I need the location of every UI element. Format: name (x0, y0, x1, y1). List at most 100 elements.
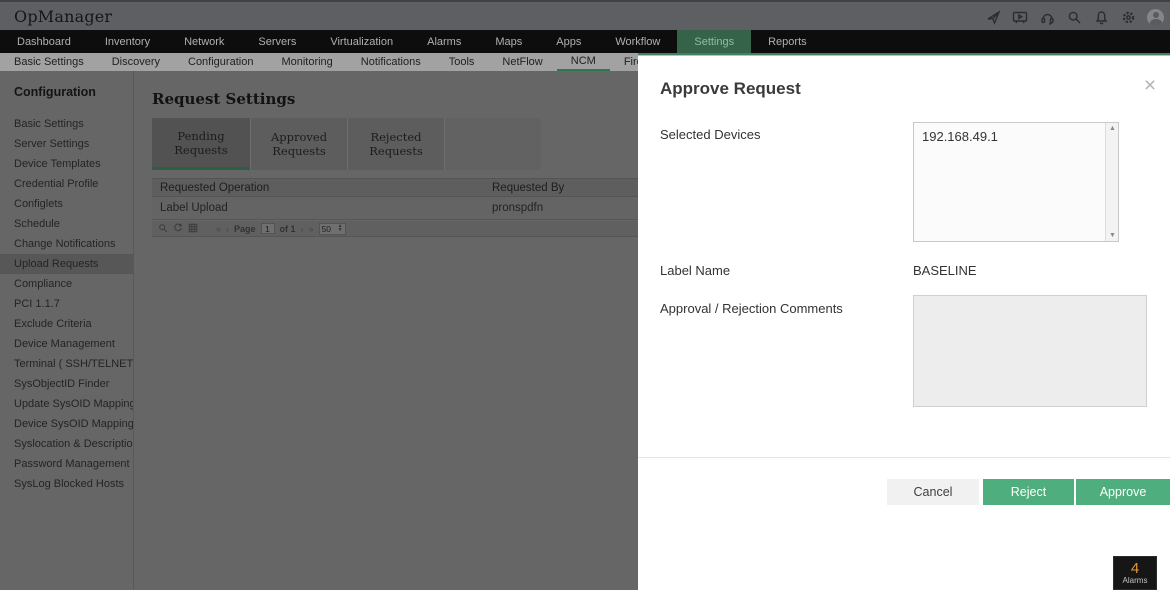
cell-requested-by: pronspdfn (492, 202, 544, 214)
current-page-input[interactable]: 1 (260, 223, 275, 234)
sidebar-item-pci[interactable]: PCI 1.1.7 (0, 294, 133, 314)
opmanager-logo: OpManager (14, 6, 113, 26)
page-title: Request Settings (152, 90, 296, 108)
nav-tab-workflow[interactable]: Workflow (598, 30, 677, 53)
sidebar-item-configlets[interactable]: Configlets (0, 194, 133, 214)
sidebar-item-credential-profile[interactable]: Credential Profile (0, 174, 133, 194)
subnav-notifications[interactable]: Notifications (347, 53, 435, 71)
subnav-tools[interactable]: Tools (435, 53, 489, 71)
modal-title: Approve Request (660, 79, 801, 98)
sidebar-item-server-settings[interactable]: Server Settings (0, 134, 133, 154)
search-icon[interactable] (158, 223, 168, 235)
subnav-netflow[interactable]: NetFlow (488, 53, 556, 71)
gear-icon[interactable] (1120, 9, 1136, 25)
export-icon[interactable] (188, 223, 198, 235)
next-page-icon[interactable]: › (301, 224, 304, 234)
sidebar-item-sysobjectid-finder[interactable]: SysObjectID Finder (0, 374, 133, 394)
subnav-discovery[interactable]: Discovery (98, 53, 174, 71)
sidebar-item-device-sysoid-mapping[interactable]: Device SysOID Mapping (0, 414, 133, 434)
sidebar-item-compliance[interactable]: Compliance (0, 274, 133, 294)
devices-scrollbar[interactable]: ▲ ▼ (1105, 123, 1118, 241)
sidebar-item-password-management[interactable]: Password Management (0, 454, 133, 474)
scroll-up-icon[interactable]: ▲ (1106, 123, 1119, 134)
search-icon[interactable] (1066, 9, 1082, 25)
subnav-monitoring[interactable]: Monitoring (267, 53, 346, 71)
nav-tab-servers[interactable]: Servers (241, 30, 313, 53)
footer-divider (638, 457, 1170, 458)
main-nav: Dashboard Inventory Network Servers Virt… (0, 30, 1170, 53)
sidebar-item-device-management[interactable]: Device Management (0, 334, 133, 354)
launch-icon[interactable] (985, 9, 1001, 25)
nav-tab-reports[interactable]: Reports (751, 30, 824, 53)
label-name-label: Label Name (660, 263, 731, 278)
nav-tab-inventory[interactable]: Inventory (88, 30, 167, 53)
subnav-ncm[interactable]: NCM (556, 53, 610, 71)
sidebar-item-syslocation-description[interactable]: Syslocation & Description (0, 434, 133, 454)
nav-tab-alarms[interactable]: Alarms (410, 30, 478, 53)
bell-icon[interactable] (1093, 9, 1109, 25)
first-page-icon[interactable]: « (216, 224, 221, 234)
last-page-icon[interactable]: » (309, 224, 314, 234)
cancel-button[interactable]: Cancel (887, 479, 979, 505)
label-name-value: BASELINE (913, 263, 977, 278)
column-requested-by: Requested By (492, 181, 565, 194)
sidebar-item-exclude-criteria[interactable]: Exclude Criteria (0, 314, 133, 334)
selected-devices-list[interactable]: 192.168.49.1 ▲ ▼ (913, 122, 1119, 242)
page-of-label: of 1 (279, 223, 296, 234)
selected-device-value: 192.168.49.1 (922, 129, 998, 144)
subnav-configuration[interactable]: Configuration (174, 53, 267, 71)
page-size-value: 50 (321, 223, 332, 234)
topbar-icon-group (985, 2, 1164, 32)
prev-page-icon[interactable]: ‹ (226, 224, 229, 234)
tab-pending-requests[interactable]: Pending Requests (152, 118, 250, 170)
comments-label: Approval / Rejection Comments (660, 301, 843, 316)
scroll-down-icon[interactable]: ▼ (1106, 230, 1119, 241)
column-requested-operation: Requested Operation (160, 181, 270, 194)
nav-tab-dashboard[interactable]: Dashboard (0, 30, 88, 53)
nav-tab-network[interactable]: Network (167, 30, 241, 53)
sidebar-heading: Configuration (14, 85, 96, 99)
selected-devices-label: Selected Devices (660, 127, 761, 142)
subnav-basic-settings[interactable]: Basic Settings (0, 53, 98, 71)
request-tabs: Pending Requests Approved Requests Rejec… (152, 118, 541, 170)
alarm-label: Alarms (1122, 576, 1148, 585)
sidebar-item-schedule[interactable]: Schedule (0, 214, 133, 234)
training-icon[interactable] (1012, 9, 1028, 25)
configuration-sidebar: Basic Settings Server Settings Device Te… (0, 114, 133, 494)
approve-button[interactable]: Approve (1076, 479, 1170, 505)
requests-table: Requested Operation Requested By Label U… (152, 178, 638, 220)
sidebar-item-change-notifications[interactable]: Change Notifications (0, 234, 133, 254)
page-label: Page (234, 223, 256, 234)
nav-tab-settings[interactable]: Settings (677, 30, 752, 53)
table-row[interactable]: Label Upload pronspdfn (152, 197, 638, 220)
close-icon[interactable]: × (1140, 75, 1160, 97)
tab-approved-requests[interactable]: Approved Requests (250, 118, 347, 170)
refresh-icon[interactable] (173, 223, 183, 235)
alarms-badge[interactable]: 4 Alarms (1113, 556, 1157, 590)
support-icon[interactable] (1039, 9, 1055, 25)
nav-tab-apps[interactable]: Apps (539, 30, 598, 53)
nav-tab-virtualization[interactable]: Virtualization (313, 30, 410, 53)
user-avatar[interactable] (1147, 8, 1164, 26)
stepper-icon: ▲ ▼ (337, 223, 343, 233)
table-header-row: Requested Operation Requested By (152, 178, 638, 197)
sidebar-divider (133, 71, 134, 590)
tab-strip-spacer (444, 118, 541, 170)
reject-button[interactable]: Reject (983, 479, 1074, 505)
pagination-bar: « ‹ Page 1 of 1 › » 50 ▲ ▼ (152, 221, 638, 237)
tab-rejected-requests[interactable]: Rejected Requests (347, 118, 444, 170)
approve-request-panel: Approve Request × Selected Devices 192.1… (638, 53, 1170, 590)
sidebar-item-terminal[interactable]: Terminal ( SSH/TELNET ) (0, 354, 133, 374)
sidebar-item-device-templates[interactable]: Device Templates (0, 154, 133, 174)
opmanager-app: OpManager Dashboard Inventory Network Se… (0, 0, 1170, 590)
sidebar-item-upload-requests[interactable]: Upload Requests (0, 254, 133, 274)
sidebar-item-syslog-blocked-hosts[interactable]: SysLog Blocked Hosts (0, 474, 133, 494)
nav-tab-maps[interactable]: Maps (478, 30, 539, 53)
alarm-count: 4 (1130, 560, 1140, 577)
cell-requested-operation: Label Upload (160, 202, 228, 214)
sidebar-item-basic-settings[interactable]: Basic Settings (0, 114, 133, 134)
comments-textarea[interactable] (913, 295, 1147, 407)
page-size-select[interactable]: 50 ▲ ▼ (318, 222, 346, 235)
sidebar-item-update-sysoid-mapping[interactable]: Update SysOID Mapping (0, 394, 133, 414)
top-bar: OpManager (0, 0, 1170, 30)
